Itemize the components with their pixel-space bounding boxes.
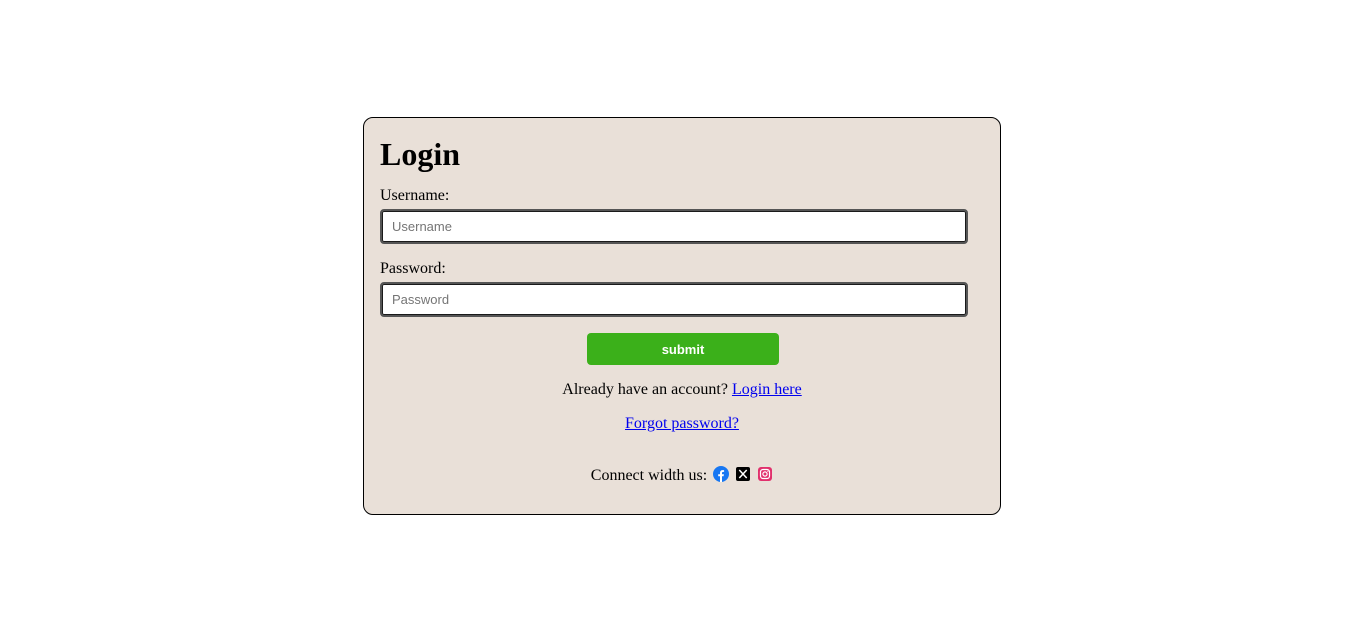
submit-button[interactable]: submit xyxy=(587,333,779,365)
instagram-icon[interactable] xyxy=(757,466,773,482)
connect-label: Connect width us: xyxy=(590,467,708,484)
username-label: Username: xyxy=(380,187,450,204)
page-title: Login xyxy=(380,136,461,172)
login-here-link[interactable]: Login here xyxy=(732,381,802,398)
username-input[interactable] xyxy=(380,209,968,244)
account-prompt-text: Already have an account? xyxy=(562,381,728,398)
x-twitter-icon[interactable] xyxy=(735,466,751,482)
login-card: Login Username: Password: submit Already… xyxy=(363,117,1001,515)
forgot-password-link[interactable]: Forgot password? xyxy=(625,415,739,432)
password-label: Password: xyxy=(380,260,446,277)
account-prompt: Already have an account? Login here xyxy=(364,380,1000,400)
password-input[interactable] xyxy=(380,282,968,317)
social-links: Connect width us: xyxy=(364,466,1000,486)
forgot-password-row: Forgot password? xyxy=(364,414,1000,434)
facebook-icon[interactable] xyxy=(713,466,730,482)
